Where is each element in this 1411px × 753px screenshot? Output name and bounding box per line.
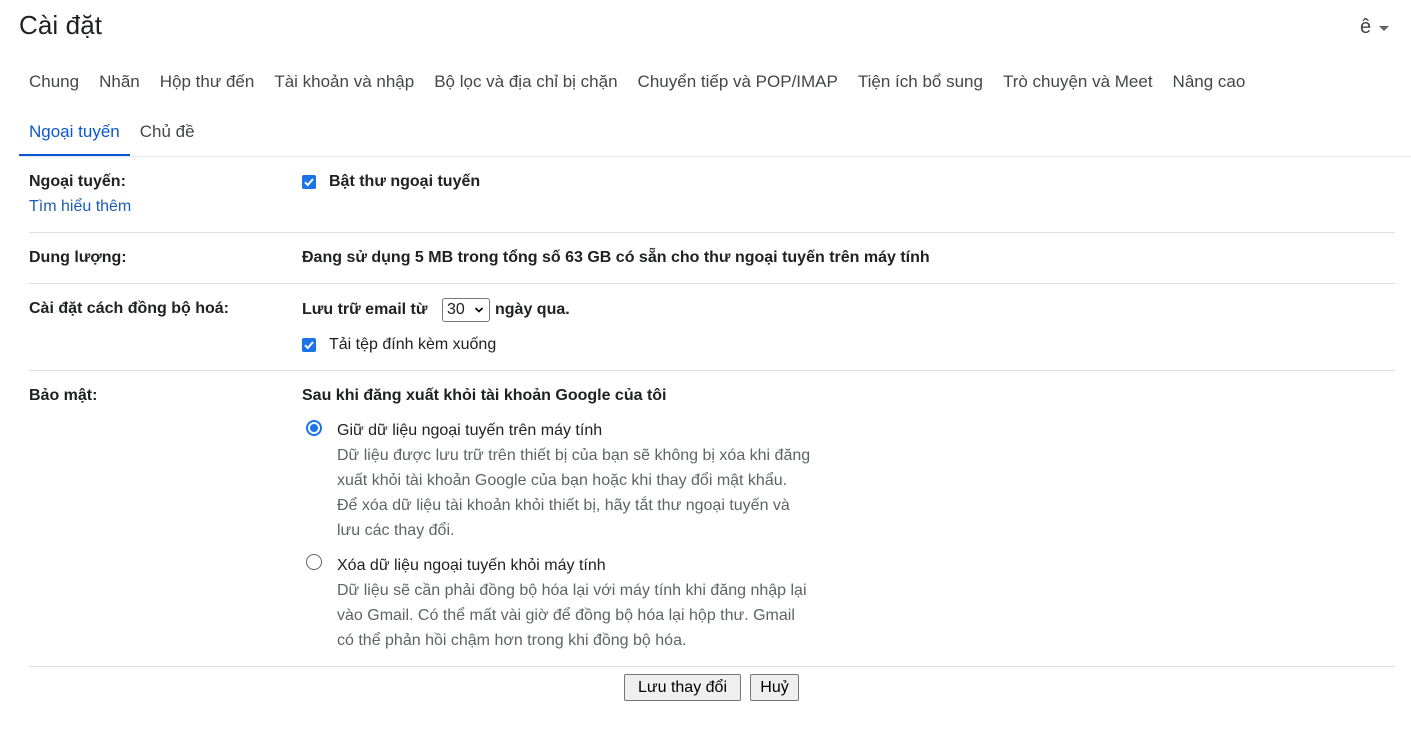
enable-offline-label: Bật thư ngoại tuyến [329, 173, 481, 190]
remove-offline-data-label: Xóa dữ liệu ngoại tuyến khỏi máy tính [337, 557, 606, 574]
description-line: có thể phản hồi chậm hơn trong khi đồng … [337, 632, 687, 649]
checkmark-icon [304, 178, 314, 187]
row-divider [29, 666, 1395, 667]
security-heading: Sau khi đăng xuất khỏi tài khoản Google … [302, 387, 667, 404]
tab-inbox[interactable]: Hộp thư đến [150, 70, 265, 107]
enable-offline-checkbox[interactable] [302, 175, 316, 189]
security-row: Bảo mật: Sau khi đăng xuất khỏi tài khoả… [29, 386, 1395, 666]
row-divider [29, 232, 1395, 233]
sync-label: Cài đặt cách đồng bộ hoá: [29, 300, 230, 317]
description-line: xuất khỏi tài khoản Google của bạn hoặc … [337, 472, 788, 489]
tab-chat-meet[interactable]: Trò chuyện và Meet [993, 70, 1163, 107]
save-changes-button[interactable]: Lưu thay đổi [624, 674, 741, 701]
description-line: vào Gmail. Có thể mất vài giờ để đồng bộ… [337, 607, 795, 624]
offline-label: Ngoại tuyến: [29, 173, 126, 190]
tab-offline[interactable]: Ngoại tuyến [19, 120, 130, 157]
description-line: Dữ liệu sẽ cần phải đồng bộ hóa lại với … [337, 582, 807, 599]
tab-labels[interactable]: Nhãn [89, 70, 150, 107]
sync-days-select[interactable]: 30 [442, 298, 490, 322]
tab-add-ons[interactable]: Tiện ích bổ sung [848, 70, 993, 107]
page-title: Cài đặt [19, 10, 103, 40]
tab-advanced[interactable]: Nâng cao [1163, 70, 1256, 107]
sync-days-value: 30 [447, 301, 465, 318]
security-label: Bảo mật: [29, 387, 98, 404]
keep-offline-data-label: Giữ dữ liệu ngoại tuyến trên máy tính [337, 422, 603, 439]
tabs-divider [19, 156, 1411, 157]
tab-general[interactable]: Chung [19, 70, 89, 107]
input-tools-icon: ê [1360, 16, 1372, 38]
chevron-down-icon [474, 307, 484, 313]
settings-tabs-row-1: Chung Nhãn Hộp thư đến Tài khoản và nhập… [19, 70, 1255, 107]
description-line: Dữ liệu được lưu trữ trên thiết bị của b… [337, 447, 811, 464]
cancel-button[interactable]: Huỷ [750, 674, 799, 701]
download-attachments-label: Tải tệp đính kèm xuống [329, 336, 497, 353]
tab-accounts-import[interactable]: Tài khoản và nhập [264, 70, 424, 107]
row-divider [29, 283, 1395, 284]
storage-usage-text: Đang sử dụng 5 MB trong tổng số 63 GB có… [302, 249, 930, 266]
tab-filters-blocked[interactable]: Bộ lọc và địa chỉ bị chặn [424, 70, 627, 107]
storage-label: Dung lượng: [29, 249, 127, 266]
input-tools-button[interactable]: ê [1360, 16, 1390, 39]
tab-forwarding-pop-imap[interactable]: Chuyển tiếp và POP/IMAP [628, 70, 848, 107]
learn-more-link[interactable]: Tìm hiểu thêm [29, 198, 131, 216]
sync-prefix: Lưu trữ email từ [302, 301, 428, 318]
remove-offline-data-radio[interactable] [306, 554, 322, 570]
chevron-down-icon [1379, 26, 1390, 31]
tab-themes[interactable]: Chủ đề [130, 120, 205, 157]
sync-suffix: ngày qua. [495, 301, 570, 318]
description-line: Để xóa dữ liệu tài khoản khỏi thiết bị, … [337, 497, 790, 514]
checkmark-icon [304, 341, 314, 350]
storage-row: Dung lượng: Đang sử dụng 5 MB trong tổng… [29, 248, 1395, 282]
offline-row: Ngoại tuyến: Tìm hiểu thêm Bật thư ngoại… [29, 172, 1395, 232]
row-divider [29, 370, 1395, 371]
sync-row: Cài đặt cách đồng bộ hoá: Lưu trữ email … [29, 298, 1395, 370]
remove-offline-data-description: Dữ liệu sẽ cần phải đồng bộ hóa lại với … [337, 578, 877, 653]
settings-tabs-row-2: Ngoại tuyến Chủ đề [19, 120, 205, 157]
keep-offline-data-radio[interactable] [306, 420, 322, 436]
description-line: lưu các thay đổi. [337, 522, 455, 539]
keep-offline-data-description: Dữ liệu được lưu trữ trên thiết bị của b… [337, 443, 877, 543]
download-attachments-checkbox[interactable] [302, 338, 316, 352]
